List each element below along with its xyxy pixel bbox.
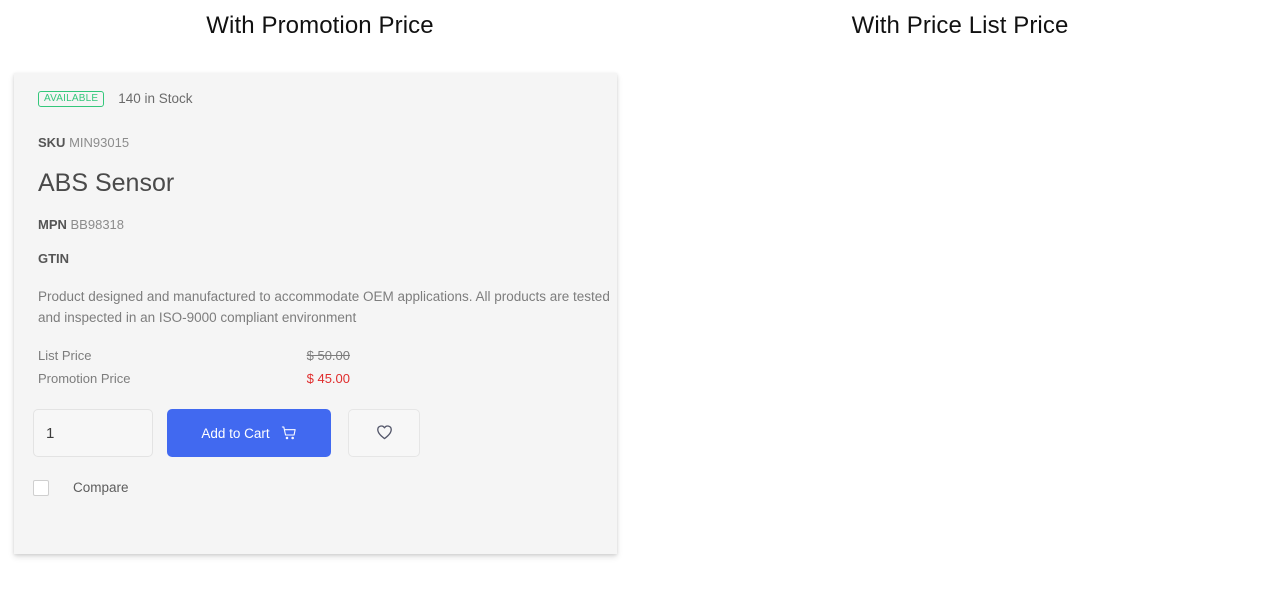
mpn-label-left: MPN [38, 217, 67, 232]
sku-line-left: SKU MIN93015 [38, 136, 607, 149]
price-value-list-left: $ 50.00 [306, 348, 350, 363]
shopping-cart-icon [281, 425, 297, 441]
panel-heading-right: With Price List Price [851, 12, 1069, 39]
price-value-promotion-left: $ 45.00 [306, 371, 350, 386]
panel-promotion-price: With Promotion Price AVAILABLE 140 in St… [0, 0, 640, 554]
product-title-left: ABS Sensor [38, 169, 175, 197]
panel-price-list-price: With Price List Price AVAILABLE 140 in S… [640, 0, 1280, 38]
favorite-button-left[interactable] [348, 409, 420, 457]
stock-count-left: 140 in Stock [118, 91, 193, 107]
gtin-line-left: GTIN [38, 252, 607, 265]
product-card-left: AVAILABLE 140 in Stock SKU MIN93015 ABS … [14, 73, 617, 554]
compare-label-left: Compare [73, 480, 129, 496]
price-label-promotion-left: Promotion Price [38, 371, 131, 386]
product-description-left: Product designed and manufactured to acc… [38, 289, 610, 325]
price-table-left: List Price $ 50.00 Promotion Price $ 45.… [38, 344, 350, 390]
status-badge-available-left: AVAILABLE [38, 91, 105, 107]
panel-heading-left: With Promotion Price [206, 12, 434, 39]
heart-icon [376, 424, 393, 443]
quantity-input-left[interactable]: 1 [33, 409, 153, 457]
price-label-list-left: List Price [38, 348, 92, 363]
sku-value-left: MIN93015 [69, 135, 130, 150]
gtin-label-left: GTIN [38, 251, 70, 266]
price-row-list-left: List Price $ 50.00 [38, 344, 350, 367]
add-to-cart-label-left: Add to Cart [201, 425, 270, 441]
add-to-cart-button-left[interactable]: Add to Cart [167, 409, 331, 457]
sku-label-left: SKU [38, 135, 66, 150]
price-row-promotion-left: Promotion Price $ 45.00 [38, 367, 350, 390]
actions-row-left: 1 Add to Cart [33, 409, 607, 457]
quantity-value-left: 1 [46, 424, 55, 442]
stock-row-left: AVAILABLE 140 in Stock [38, 91, 607, 107]
mpn-line-left: MPN BB98318 [38, 218, 607, 231]
compare-row-left: Compare [33, 480, 607, 496]
mpn-value-left: BB98318 [70, 217, 125, 232]
compare-checkbox-left[interactable] [33, 480, 49, 496]
